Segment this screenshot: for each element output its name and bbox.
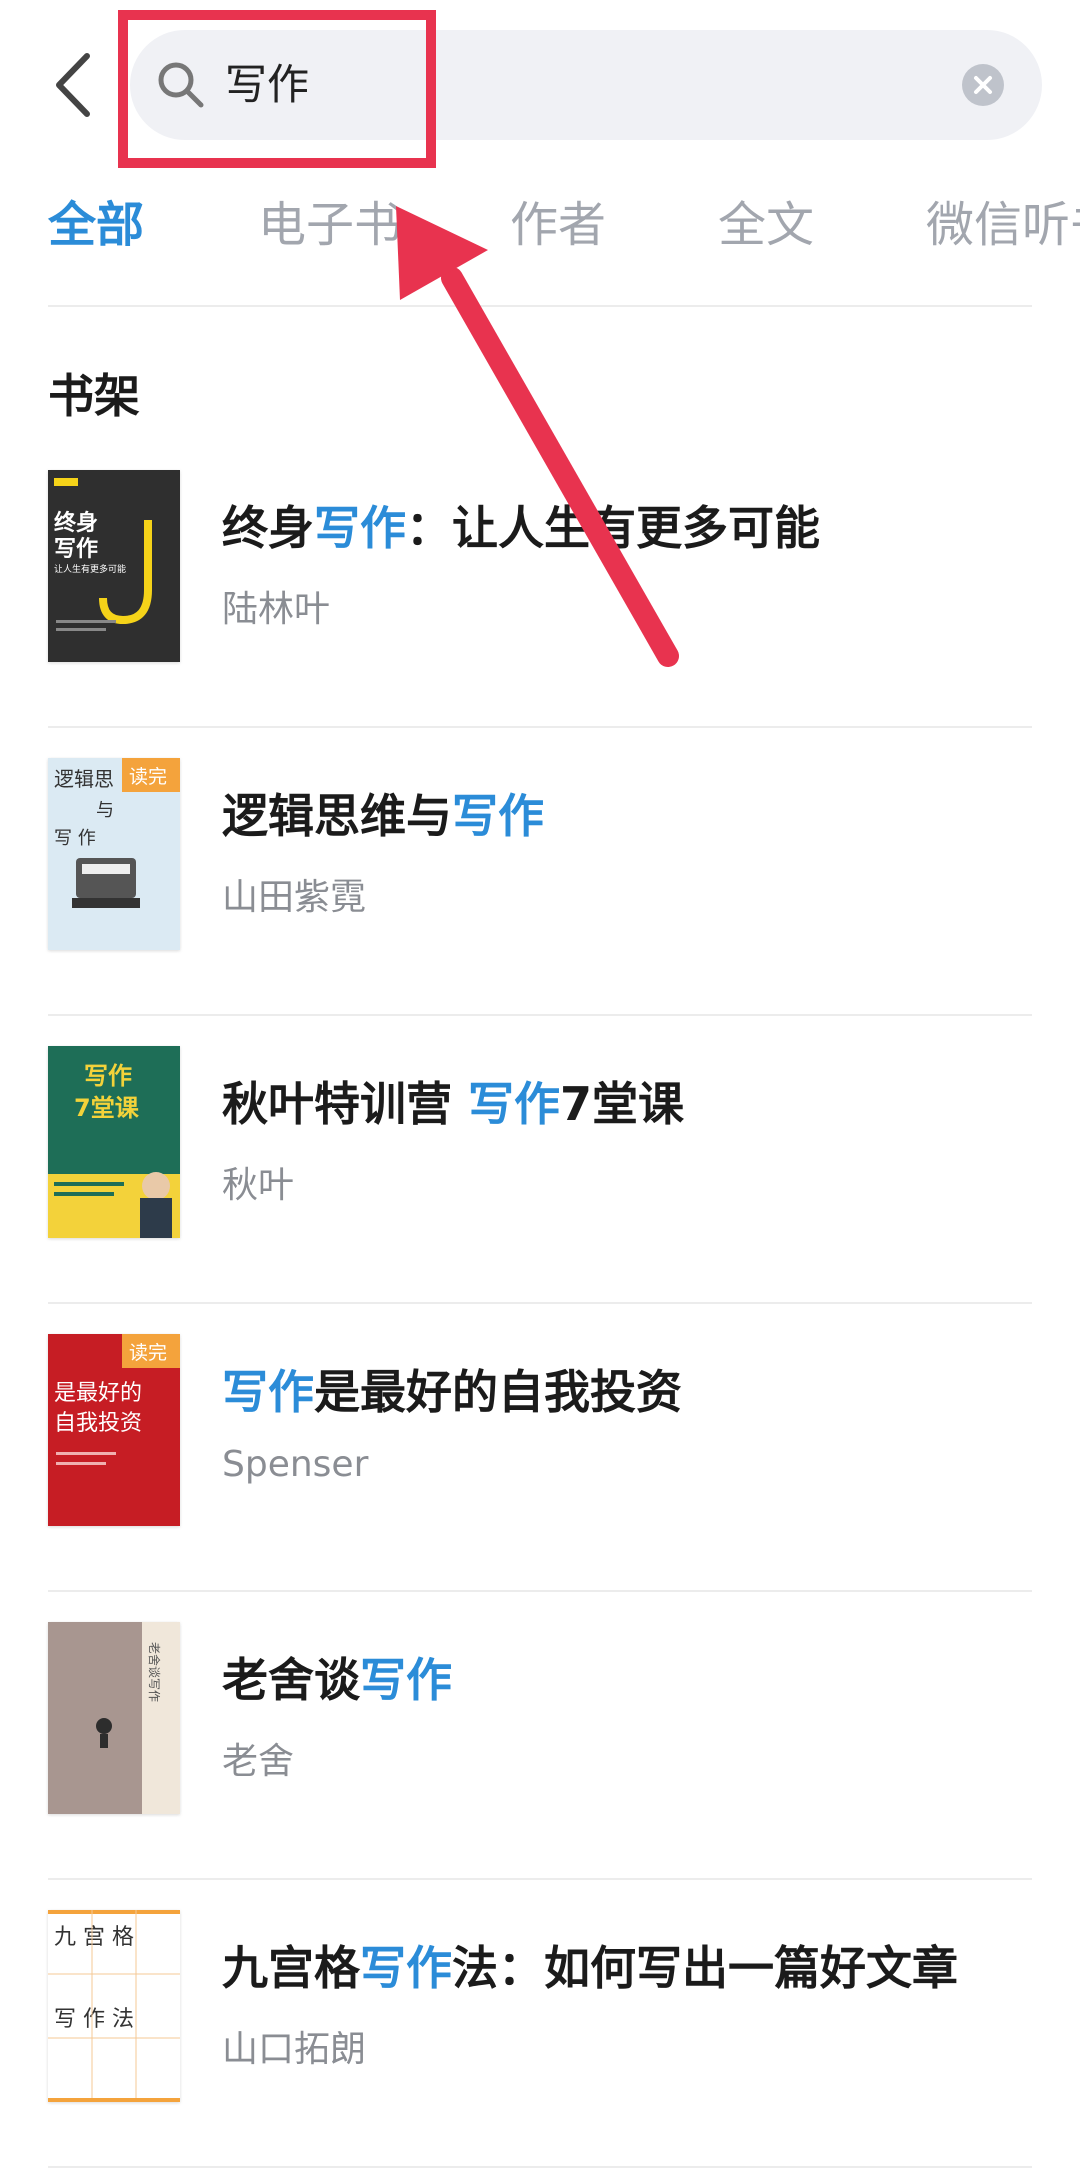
tab-ebooks[interactable]: 电子书 [258,180,402,270]
search-icon [158,62,204,108]
book-cover: 逻辑思 与 写 作 读完 [48,758,180,950]
book-author: 山田紫霓 [222,877,367,918]
book-title: 九宫格写作法：如何写出一篇好文章 [222,1941,958,1995]
svg-text:终身: 终身 [54,510,98,536]
svg-text:读完: 读完 [129,766,167,788]
list-item[interactable]: 逻辑思 与 写 作 读完 逻辑思维与写作 山田紫霓 [0,728,1080,1016]
search-bar[interactable]: 写作 [130,30,1042,140]
list-item[interactable]: 写作 7堂课 秋叶特训营 写作7堂课 秋叶 [0,1016,1080,1304]
section-title-shelf: 书架 [48,369,140,423]
clear-search-button[interactable] [962,64,1004,106]
book-author: Spenser [222,1444,369,1485]
list-item[interactable]: 九 宫 格 写 作 法 九宫格写作法：如何写出一篇好文章 山口拓朗 [0,1880,1080,2168]
list-item[interactable]: 终身 写作 让人生有更多可能 终身写作：让人生有更多可能 陆林叶 [0,440,1080,728]
book-author: 秋叶 [222,1165,295,1206]
tab-authors[interactable]: 作者 [510,180,606,270]
book-cover: 终身 写作 让人生有更多可能 [48,470,180,662]
search-filter-tabs: 全部 电子书 作者 全文 微信听书 [0,180,1080,270]
book-title: 秋叶特训营 写作7堂课 [222,1077,685,1131]
book-cover: 写作 7堂课 [48,1046,180,1238]
book-title: 逻辑思维与写作 [222,789,544,843]
svg-text:九 宫 格: 九 宫 格 [54,1925,134,1950]
book-title: 写作是最好的自我投资 [222,1365,682,1419]
book-author: 陆林叶 [222,589,331,630]
book-cover: 老舍谈写作 [48,1622,180,1814]
clear-circle-icon [974,76,992,94]
svg-text:让人生有更多可能: 让人生有更多可能 [54,563,126,575]
tab-fulltext[interactable]: 全文 [718,180,814,270]
tabs-divider [48,305,1032,307]
book-title: 终身写作：让人生有更多可能 [222,501,820,555]
back-button[interactable] [48,50,98,120]
svg-text:读完: 读完 [129,1342,167,1364]
tab-wechat-audiobook[interactable]: 微信听书 [926,180,1080,270]
book-cover: 九 宫 格 写 作 法 [48,1910,180,2102]
search-input[interactable]: 写作 [225,56,309,114]
svg-text:写 作: 写 作 [54,828,96,849]
svg-text:写 作 法: 写 作 法 [54,2007,134,2032]
list-item[interactable]: 是最好的 自我投资 读完 写作是最好的自我投资 Spenser [0,1304,1080,1592]
header: 写作 [0,0,1080,175]
book-author: 山口拓朗 [222,2029,367,2070]
book-cover: 是最好的 自我投资 读完 [48,1334,180,1526]
book-title: 老舍谈写作 [222,1653,452,1707]
list-item[interactable]: 老舍谈写作 老舍谈写作 老舍 [0,1592,1080,1880]
svg-text:与: 与 [96,800,114,821]
tab-all[interactable]: 全部 [48,180,144,270]
svg-text:写作: 写作 [54,537,98,562]
svg-text:写作: 写作 [84,1062,132,1090]
book-list: 终身 写作 让人生有更多可能 终身写作：让人生有更多可能 陆林叶 逻辑思 与 写… [0,440,1080,2168]
chevron-left-icon [56,53,90,117]
svg-text:老舍谈写作: 老舍谈写作 [147,1642,162,1702]
book-author: 老舍 [222,1741,295,1782]
svg-text:是最好的: 是最好的 [54,1381,142,1406]
svg-text:逻辑思: 逻辑思 [54,767,114,791]
svg-text:自我投资: 自我投资 [54,1411,142,1436]
svg-text:7堂课: 7堂课 [74,1094,140,1122]
